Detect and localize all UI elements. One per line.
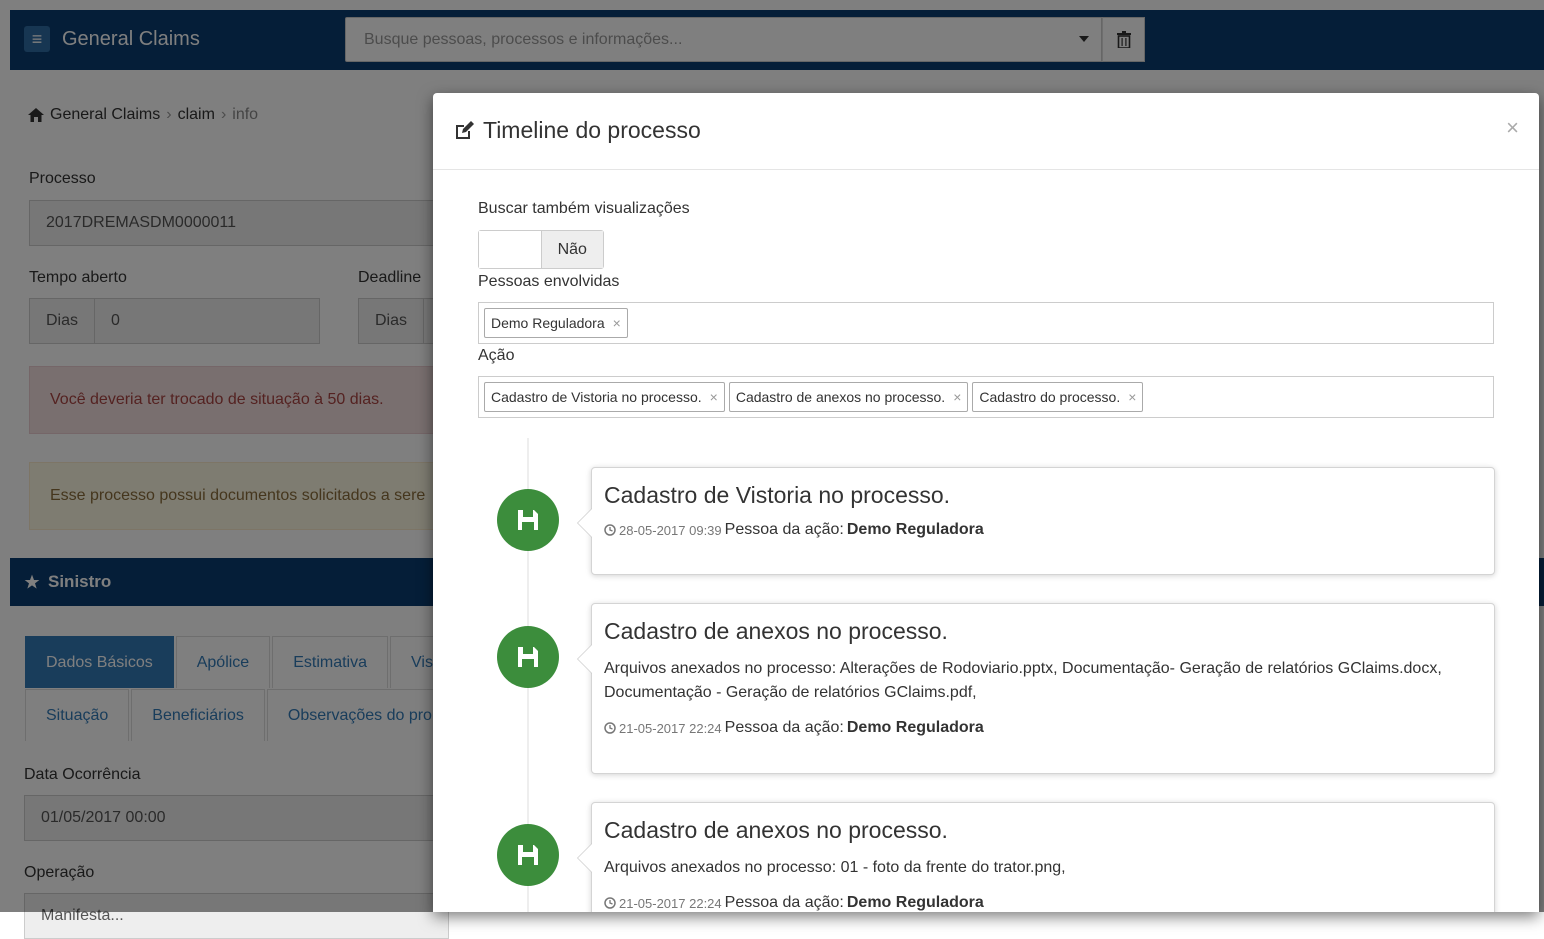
timeline-event-icon [497,626,559,688]
person-name: Demo Reguladora [846,894,984,911]
timeline-event-card: Cadastro de anexos no processo. Arquivos… [577,603,1495,774]
modal-title-text: Timeline do processo [483,117,701,143]
toggle-handle[interactable] [479,231,542,268]
modal-header: Timeline do processo × [433,93,1539,170]
remove-tag-icon[interactable]: × [953,389,961,405]
buscar-visualizacoes-label: Buscar também visualizações [478,200,690,217]
timeline-event-time: 21-05-2017 22:24 [619,895,722,911]
person-name: Demo Reguladora [846,719,984,736]
toggle-off-label[interactable]: Não [541,231,603,268]
pessoas-envolvidas-label: Pessoas envolvidas [478,273,620,290]
timeline-event-card: Cadastro de Vistoria no processo. 28-05-… [577,467,1495,575]
save-icon [518,647,538,667]
person-label: Pessoa da ação: [724,521,844,538]
modal-close-button[interactable]: × [1506,115,1519,141]
acao-label: Ação [478,347,515,364]
timeline-event-icon [497,489,559,551]
person-name: Demo Reguladora [846,521,984,538]
save-icon [518,845,538,865]
acao-tag-input[interactable]: Cadastro de Vistoria no processo. × Cada… [478,376,1494,418]
timeline-event-icon [497,824,559,886]
timeline-event-meta: 21-05-2017 22:24 Pessoa da ação: Demo Re… [604,719,1482,737]
modal-title: Timeline do processo [453,117,701,144]
visualizacoes-toggle[interactable]: Não [478,230,604,269]
remove-tag-icon[interactable]: × [710,389,718,405]
tag-label: Demo Reguladora [491,315,605,331]
remove-tag-icon[interactable]: × [1128,389,1136,405]
pessoas-tag-input[interactable]: Demo Reguladora × [478,302,1494,344]
edit-icon [456,120,474,139]
pessoa-tag: Demo Reguladora × [484,308,628,338]
clock-icon [604,524,616,536]
tag-label: Cadastro de Vistoria no processo. [491,389,702,405]
acao-tag: Cadastro de Vistoria no processo. × [484,382,725,412]
person-label: Pessoa da ação: [724,894,844,911]
clock-icon [604,897,616,909]
remove-tag-icon[interactable]: × [613,315,621,331]
timeline-event-card: Cadastro de anexos no processo. Arquivos… [577,802,1495,912]
person-label: Pessoa da ação: [724,719,844,736]
tag-label: Cadastro do processo. [979,389,1121,405]
timeline-event-body: Arquivos anexados no processo: 01 - foto… [604,859,1066,876]
acao-tag: Cadastro de anexos no processo. × [728,382,969,412]
tag-label: Cadastro de anexos no processo. [735,389,946,405]
save-icon [518,510,538,530]
acao-tag: Cadastro do processo. × [972,382,1144,412]
timeline-event-body: Arquivos anexados no processo: Alteraçõe… [604,660,1442,701]
clock-icon [604,722,616,734]
timeline-event-title: Cadastro de anexos no processo. [604,817,948,843]
timeline-event-time: 21-05-2017 22:24 [619,720,722,736]
timeline-event-meta: 28-05-2017 09:39 Pessoa da ação: Demo Re… [604,521,1482,539]
timeline-event-title: Cadastro de Vistoria no processo. [604,482,951,508]
timeline-event-meta: 21-05-2017 22:24 Pessoa da ação: Demo Re… [604,894,1482,912]
timeline-event-title: Cadastro de anexos no processo. [604,618,948,644]
timeline-modal: Timeline do processo × Buscar também vis… [433,93,1539,912]
timeline-event-time: 28-05-2017 09:39 [619,522,722,538]
